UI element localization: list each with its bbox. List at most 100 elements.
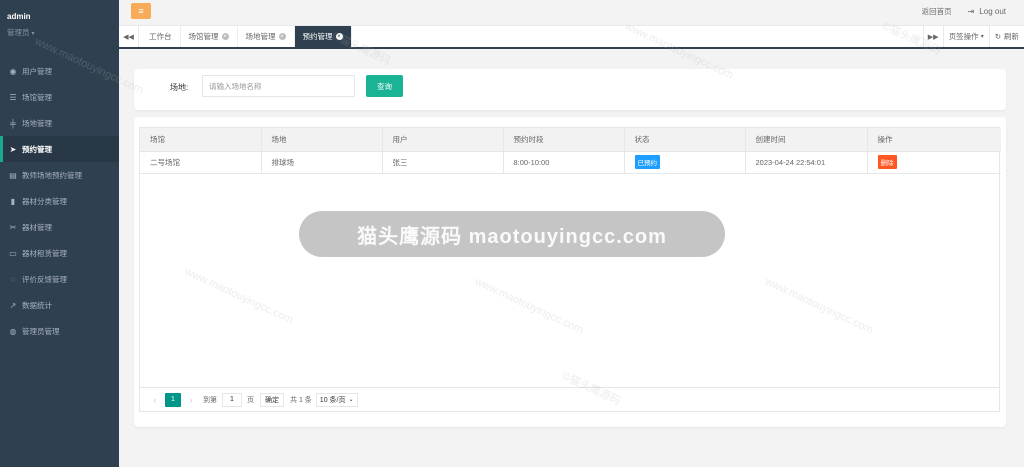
cell-action: 删除 xyxy=(867,151,1001,174)
double-chevron-left-icon: ◀◀ xyxy=(123,33,134,41)
sidebar-item-label: 管理员管理 xyxy=(22,326,60,336)
status-badge: 已预约 xyxy=(634,155,660,169)
column-header[interactable]: 用户 xyxy=(382,128,504,152)
tabs-scroll-left-button[interactable]: ◀◀ xyxy=(119,26,139,47)
data-grid: 场馆 场地 用户 预约时段 状态 创建时间 操作 二号场馆 排球场 张三 8:0… xyxy=(139,127,1001,412)
page-ops-dropdown[interactable]: 页签操作 ▾ xyxy=(942,26,989,47)
table-panel: 场馆 场地 用户 预约时段 状态 创建时间 操作 二号场馆 排球场 张三 8:0… xyxy=(134,117,1006,427)
booking-table: 场馆 场地 用户 预约时段 状态 创建时间 操作 二号场馆 排球场 张三 8:0… xyxy=(140,128,1001,174)
profile: admin 管理员 ▾ xyxy=(0,0,119,58)
send-icon: ➤ xyxy=(9,144,17,154)
column-header[interactable]: 操作 xyxy=(867,128,1001,152)
sidebar-item-booking-management[interactable]: ➤ 预约管理 xyxy=(0,136,119,162)
grid-icon: ╪ xyxy=(10,118,16,128)
page-size-select[interactable]: 10 条/页 ⌄ xyxy=(315,392,358,407)
tab-label: 工作台 xyxy=(149,32,172,41)
sliders-icon: ☰ xyxy=(9,92,17,102)
pagination: ‹ 1 › 到第 页 确定 共 1 条 10 条/页⌄ xyxy=(140,387,999,411)
confirm-button[interactable]: 确定 xyxy=(260,392,284,407)
refresh-button[interactable]: ↻ 刷新 xyxy=(988,26,1024,47)
page-number-input[interactable] xyxy=(222,392,242,407)
caret-down-icon: ▾ xyxy=(31,31,35,37)
tab-label: 预约管理 xyxy=(302,32,333,41)
close-icon[interactable]: × xyxy=(221,33,229,40)
delete-button[interactable]: 删除 xyxy=(877,155,897,169)
hamburger-icon: ≡ xyxy=(138,6,144,16)
page-unit-label: 页 xyxy=(247,396,254,404)
logout-label: Log out xyxy=(979,7,1006,16)
sidebar-item-label: 器材分类管理 xyxy=(22,196,67,206)
sidebar-item-label: 场馆管理 xyxy=(22,92,52,102)
query-button[interactable]: 查询 xyxy=(366,75,403,97)
logout-link[interactable]: ⇥ Log out xyxy=(968,7,1006,16)
sidebar-item-teacher-booking[interactable]: ▤ 教师场地预约管理 xyxy=(0,162,119,188)
sidebar-item-admin-management[interactable]: ◍ 管理员管理 xyxy=(0,318,119,344)
credit-card-icon: ▭ xyxy=(9,248,17,258)
user-name: admin xyxy=(7,12,31,21)
column-header[interactable]: 状态 xyxy=(624,128,746,152)
tab-label: 场地管理 xyxy=(245,32,276,41)
menu-toggle-button[interactable]: ≡ xyxy=(131,3,151,19)
sidebar: admin 管理员 ▾ ◉ 用户管理 ☰ 场馆管理 ╪ 场地管理 ➤ 预约管理 ▤ 教师场地… xyxy=(0,0,119,467)
close-icon[interactable]: × xyxy=(335,33,343,40)
home-link[interactable]: 返回首页 xyxy=(922,6,952,17)
column-header[interactable]: 场馆 xyxy=(140,128,262,152)
tab-booking-management[interactable]: 预约管理 × xyxy=(294,26,352,47)
role-label: 管理员 xyxy=(7,28,30,37)
cell-venue: 二号场馆 xyxy=(140,151,262,174)
refresh-icon: ↻ xyxy=(994,32,1001,41)
role-dropdown[interactable]: 管理员 ▾ xyxy=(7,27,112,38)
cell-status: 已预约 xyxy=(624,151,746,174)
tools-icon: ✂ xyxy=(9,222,17,232)
search-panel: 场地: 查询 xyxy=(134,69,1006,110)
watermark-banner: 猫头鹰源码 maotouyingcc.com xyxy=(299,211,725,257)
sidebar-item-venue-management[interactable]: ☰ 场馆管理 xyxy=(0,84,119,110)
tabs: 工作台 场馆管理 × 场地管理 × 预约管理 × xyxy=(141,26,352,47)
user-admin-icon: ◍ xyxy=(9,326,17,336)
user-circle-icon: ◉ xyxy=(9,66,17,76)
chevron-left-icon[interactable]: ‹ xyxy=(148,395,162,405)
sidebar-item-label: 用户管理 xyxy=(22,66,52,76)
double-chevron-right-icon: ▶▶ xyxy=(927,33,939,41)
cell-created: 2023-04-24 22:54:01 xyxy=(745,151,868,174)
page-current[interactable]: 1 xyxy=(165,392,181,407)
page-size-value: 10 条/页 xyxy=(319,396,346,404)
sidebar-item-label: 数据统计 xyxy=(22,300,52,310)
column-header[interactable]: 创建时间 xyxy=(745,128,868,152)
column-header[interactable]: 预约时段 xyxy=(503,128,625,152)
top-bar: ≡ 返回首页 ⇥ Log out xyxy=(119,0,1024,26)
cell-user: 张三 xyxy=(382,151,504,174)
tab-label: 场馆管理 xyxy=(188,32,219,41)
tabs-bar: ◀◀ 工作台 场馆管理 × 场地管理 × 预约管理 × ▶▶ 页签操作 ▾ ↻ 刷新 xyxy=(119,26,1024,49)
cell-slot: 8:00-10:00 xyxy=(503,151,625,174)
sidebar-item-label: 教师场地预约管理 xyxy=(22,170,82,180)
sidebar-item-label: 预约管理 xyxy=(22,144,52,154)
table-header-row: 场馆 场地 用户 预约时段 状态 创建时间 操作 xyxy=(140,128,1001,152)
cell-field: 排球场 xyxy=(261,151,383,174)
sidebar-item-label: 评价反馈管理 xyxy=(22,274,67,284)
goto-label: 到第 xyxy=(203,396,217,404)
tab-venue-management[interactable]: 场馆管理 × xyxy=(181,26,238,47)
page-ops-label: 页签操作 xyxy=(948,32,979,41)
sidebar-item-user-management[interactable]: ◉ 用户管理 xyxy=(0,58,119,84)
sidebar-item-label: 场地管理 xyxy=(22,118,52,128)
field-name-input[interactable] xyxy=(202,75,355,97)
sidebar-item-equipment-rental[interactable]: ▭ 器材租赁管理 xyxy=(0,240,119,266)
tab-dashboard[interactable]: 工作台 xyxy=(141,26,181,47)
sidebar-item-statistics[interactable]: ↗ 数据统计 xyxy=(0,292,119,318)
total-count: 共 1 条 xyxy=(290,396,312,404)
column-header[interactable]: 场地 xyxy=(261,128,383,152)
close-icon[interactable]: × xyxy=(278,33,286,40)
sign-out-icon: ⇥ xyxy=(967,7,975,16)
tab-field-management[interactable]: 场地管理 × xyxy=(238,26,295,47)
sidebar-item-label: 器材管理 xyxy=(22,222,52,232)
caret-down-icon: ▾ xyxy=(980,34,984,40)
sidebar-item-equipment-category[interactable]: ▮ 器材分类管理 xyxy=(0,188,119,214)
table-row[interactable]: 二号场馆 排球场 张三 8:00-10:00 已预约 2023-04-24 22… xyxy=(140,151,1001,174)
top-right-links: 返回首页 ⇥ Log out xyxy=(922,6,1006,17)
sidebar-item-equipment[interactable]: ✂ 器材管理 xyxy=(0,214,119,240)
sidebar-item-field-management[interactable]: ╪ 场地管理 xyxy=(0,110,119,136)
sidebar-item-feedback[interactable]: ◌ 评价反馈管理 xyxy=(0,266,119,292)
chevron-right-icon[interactable]: › xyxy=(184,395,198,405)
tabs-scroll-right-button[interactable]: ▶▶ xyxy=(922,26,943,47)
